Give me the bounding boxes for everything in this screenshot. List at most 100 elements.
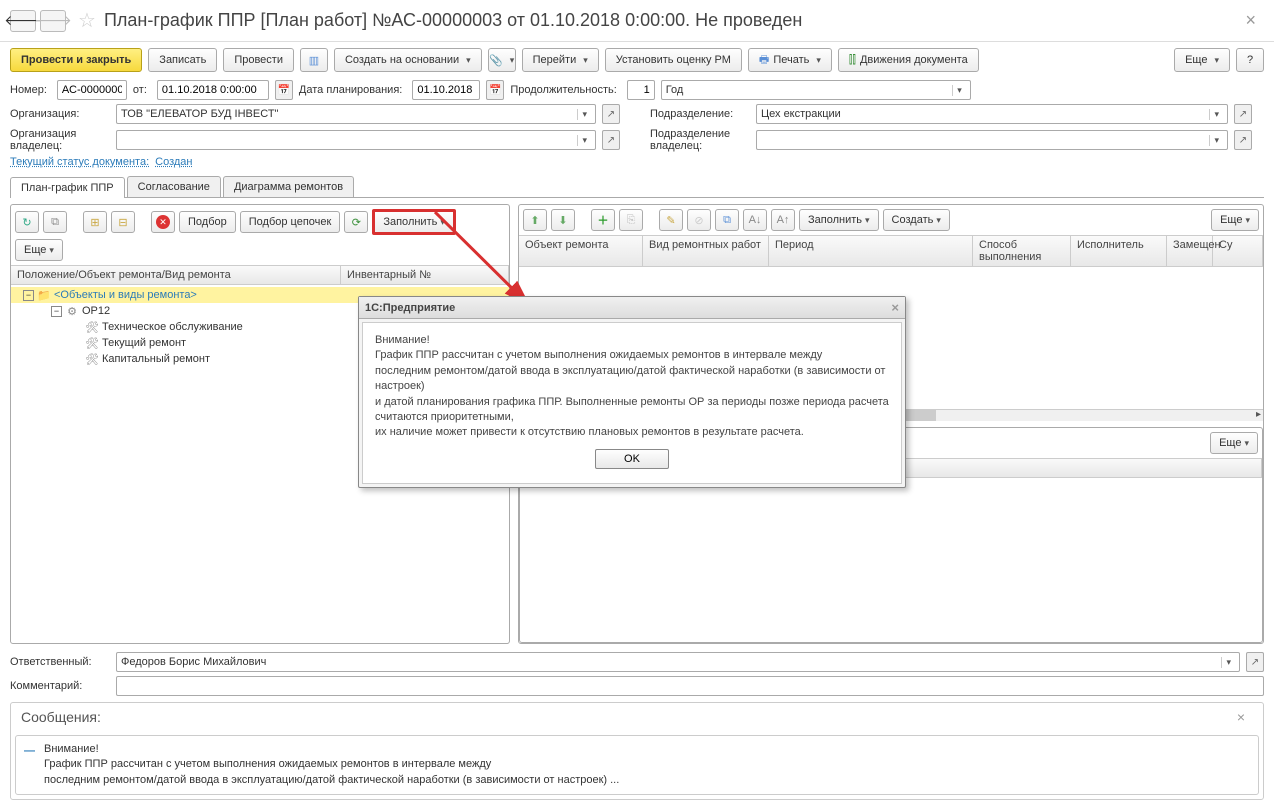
dept-label: Подразделение:	[650, 108, 750, 120]
post-and-close-button[interactable]: Провести и закрыть	[10, 48, 142, 72]
create-based-on-button[interactable]: Создать на основании	[334, 48, 482, 72]
right-toolbar: ⬆ ⬇ ＋ ⎘ ✎ ⊘ ⧉ A↓ A↑ Заполнить Создать Ещ…	[519, 205, 1263, 236]
write-button[interactable]: Записать	[148, 48, 217, 72]
chevron-down-icon[interactable]: ▾	[952, 85, 966, 96]
page-title: План-график ППР [План работ] №АС-0000000…	[104, 10, 1238, 31]
plan-date-label: Дата планирования:	[299, 84, 402, 96]
tree-collapse-icon[interactable]: −	[23, 290, 34, 301]
messages-close-icon[interactable]: ×	[1229, 709, 1253, 725]
chevron-down-icon[interactable]: ▾	[1221, 657, 1235, 668]
dept-open-button[interactable]: ↗	[1234, 104, 1252, 124]
view-icon[interactable]: ⧉	[715, 209, 739, 231]
comment-input[interactable]	[116, 676, 1264, 696]
dept-select[interactable]: Цех екстракции▾	[756, 104, 1228, 124]
post-button[interactable]: Провести	[223, 48, 294, 72]
wrench-icon: 🛠	[85, 336, 99, 350]
org-owner-select[interactable]: ▾	[116, 130, 596, 150]
sort-desc-icon[interactable]: A↑	[771, 209, 795, 231]
dialog-close-icon[interactable]: ×	[891, 300, 899, 315]
number-input[interactable]	[57, 80, 127, 100]
responsible-label: Ответственный:	[10, 656, 110, 668]
number-label: Номер:	[10, 84, 47, 96]
chevron-down-icon[interactable]: ▾	[577, 135, 591, 146]
plan-date-input[interactable]	[412, 80, 480, 100]
left-grid-header: Положение/Объект ремонта/Вид ремонта Инв…	[11, 266, 509, 285]
favorite-star-icon[interactable]: ☆	[78, 8, 96, 33]
tab-diagram[interactable]: Диаграмма ремонтов	[223, 176, 354, 197]
duration-input[interactable]	[627, 80, 655, 100]
chevron-down-icon[interactable]: ▾	[577, 109, 591, 120]
gear-icon: ⚙	[65, 304, 79, 318]
col-replaced: Замещен	[1167, 236, 1213, 266]
main-toolbar: Провести и закрыть Записать Провести ▥ С…	[0, 42, 1274, 78]
org-owner-label: Организация владелец:	[10, 128, 110, 152]
dept-owner-select[interactable]: ▾	[756, 130, 1228, 150]
org-open-button[interactable]: ↗	[602, 104, 620, 124]
expand-all-icon[interactable]: ⊞	[83, 211, 107, 233]
sub-more-button[interactable]: Еще	[1210, 432, 1258, 454]
close-icon[interactable]: ×	[1237, 10, 1264, 31]
print-icon: 🖶	[759, 51, 769, 70]
duration-unit-select[interactable]: Год▾	[661, 80, 971, 100]
collapse-all-icon[interactable]: ⊟	[111, 211, 135, 233]
responsible-select[interactable]: Федоров Борис Михайлович▾	[116, 652, 1240, 672]
print-button[interactable]: 🖶Печать	[748, 48, 832, 72]
status-value-link[interactable]: Создан	[155, 156, 192, 168]
dialog-title: 1С:Предприятие	[365, 302, 455, 314]
dialog-body: Внимание! График ППР рассчитан с учетом …	[362, 322, 902, 484]
document-movements-button[interactable]: ⫿⫿Движения документа	[838, 48, 979, 72]
left-col-position: Положение/Объект ремонта/Вид ремонта	[11, 266, 341, 284]
message-bullet-icon: —	[24, 744, 35, 759]
tab-bar: План-график ППР Согласование Диаграмма р…	[10, 176, 1264, 198]
right-fill-button[interactable]: Заполнить	[799, 209, 879, 231]
delete-icon[interactable]: ✕	[151, 211, 175, 233]
nav-back-button[interactable]: 🡐	[10, 10, 36, 32]
period-icon[interactable]: ⟳	[344, 211, 368, 233]
tree-collapse-icon[interactable]: −	[51, 306, 62, 317]
more-button[interactable]: Еще	[1174, 48, 1230, 72]
chevron-down-icon[interactable]: ▾	[1209, 135, 1223, 146]
left-more-button[interactable]: Еще	[15, 239, 63, 261]
tree-icon[interactable]: ⧉	[43, 211, 67, 233]
tab-plan-ppr[interactable]: План-график ППР	[10, 177, 125, 198]
move-down-icon[interactable]: ⬇	[551, 209, 575, 231]
message-item[interactable]: — Внимание! График ППР рассчитан с учето…	[15, 735, 1259, 795]
col-period: Период	[769, 236, 973, 266]
dialog-ok-button[interactable]: OK	[595, 449, 669, 469]
col-extra: Су	[1213, 236, 1263, 266]
edit-icon[interactable]: ✎	[659, 209, 683, 231]
status-label-link[interactable]: Текущий статус документа:	[10, 156, 149, 168]
plan-date-calendar-icon[interactable]: 📅	[486, 80, 504, 100]
add-icon[interactable]: ＋	[591, 209, 615, 231]
pick-chain-button[interactable]: Подбор цепочек	[240, 211, 341, 233]
fill-button-highlighted[interactable]: Заполнить	[372, 209, 456, 235]
pick-button[interactable]: Подбор	[179, 211, 236, 233]
nav-forward-button[interactable]: 🡒	[40, 10, 66, 32]
tab-approval[interactable]: Согласование	[127, 176, 221, 197]
dept-owner-open-button[interactable]: ↗	[1234, 130, 1252, 150]
chevron-down-icon[interactable]: ▾	[1209, 109, 1223, 120]
goto-button[interactable]: Перейти	[522, 48, 599, 72]
tree-node-label: Техническое обслуживание	[102, 321, 243, 333]
responsible-open-button[interactable]: ↗	[1246, 652, 1264, 672]
org-select[interactable]: ТОВ "ЕЛЕВАТОР БУД ІНВЕСТ"▾	[116, 104, 596, 124]
from-date-calendar-icon[interactable]: 📅	[275, 80, 293, 100]
delete-row-icon[interactable]: ⊘	[687, 209, 711, 231]
copy-icon[interactable]: ⎘	[619, 209, 643, 231]
org-owner-open-button[interactable]: ↗	[602, 130, 620, 150]
tree-node-label: ОР12	[82, 305, 110, 317]
col-executor: Исполнитель	[1071, 236, 1167, 266]
right-grid-header: Объект ремонта Вид ремонтных работ Перио…	[519, 236, 1263, 267]
move-up-icon[interactable]: ⬆	[523, 209, 547, 231]
attachments-button[interactable]: 📎	[488, 48, 516, 72]
help-button[interactable]: ?	[1236, 48, 1264, 72]
set-rm-score-button[interactable]: Установить оценку РМ	[605, 48, 742, 72]
from-date-input[interactable]	[157, 80, 269, 100]
right-more-button[interactable]: Еще	[1211, 209, 1259, 231]
right-create-button[interactable]: Создать	[883, 209, 950, 231]
refresh-icon[interactable]: ↻	[15, 211, 39, 233]
tree-node-label: Капитальный ремонт	[102, 353, 210, 365]
form-row-org: Организация: ТОВ "ЕЛЕВАТОР БУД ІНВЕСТ"▾ …	[0, 102, 1274, 126]
sort-asc-icon[interactable]: A↓	[743, 209, 767, 231]
report-icon[interactable]: ▥	[300, 48, 328, 72]
